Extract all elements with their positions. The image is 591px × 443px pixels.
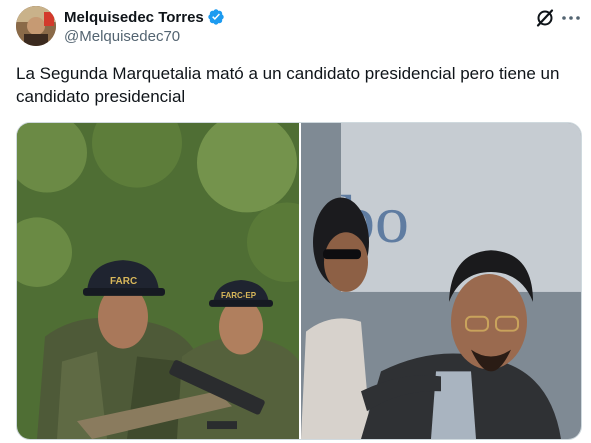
author-handle[interactable]: @Melquisedec70 xyxy=(64,28,180,45)
guerrilla-photo-image: FARC FARC-EP xyxy=(17,123,299,439)
author-name-row: Melquisedec Torres xyxy=(64,7,225,27)
tweet-text: La Segunda Marquetalia mató a un candida… xyxy=(16,64,560,106)
author-avatar[interactable] xyxy=(16,6,56,46)
grok-slash-icon[interactable] xyxy=(535,8,555,28)
avatar-image xyxy=(16,6,56,46)
media-photo-left[interactable]: FARC FARC-EP xyxy=(17,123,299,439)
left-cap-text: FARC xyxy=(110,276,137,287)
more-dots-icon[interactable] xyxy=(560,8,582,28)
right-cap-text: FARC-EP xyxy=(221,291,257,300)
author-display-name[interactable]: Melquisedec Torres xyxy=(64,9,204,26)
tweet-media[interactable]: FARC FARC-EP bo xyxy=(16,122,582,440)
media-photo-right[interactable]: bo xyxy=(301,123,581,439)
politician-photo-image: bo xyxy=(301,123,581,439)
verified-badge-icon xyxy=(207,8,225,26)
